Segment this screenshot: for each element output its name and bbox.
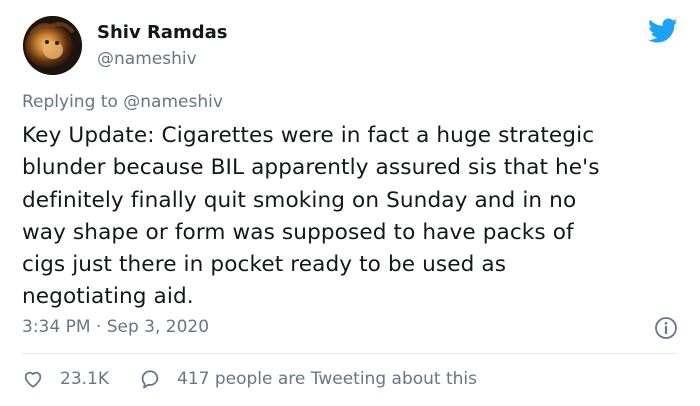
author-display-name[interactable]: Shiv Ramdas — [97, 22, 227, 44]
tweet-line: definitely finally quit smoking on Sunda… — [22, 187, 577, 213]
avatar-image — [23, 16, 82, 75]
tweet-line: cigs just there in pocket ready to be us… — [22, 252, 507, 278]
avatar[interactable] — [23, 16, 82, 75]
replying-prefix: Replying to — [22, 92, 118, 112]
tweet-timestamp[interactable]: 3:34 PM · Sep 3, 2020 — [22, 316, 209, 338]
tweeting-about-text: 417 people are Tweeting about this — [177, 369, 477, 389]
tweet-line: blunder because BIL apparently assured s… — [22, 155, 600, 181]
tweet-time: 3:34 PM — [22, 317, 91, 337]
info-icon[interactable] — [654, 316, 678, 340]
heart-icon — [24, 371, 42, 388]
tweet-text: Key Update: Cigarettes were in fact a hu… — [22, 120, 672, 314]
author-handle[interactable]: @nameshiv — [97, 49, 197, 69]
divider — [22, 353, 678, 354]
tweet-card: Shiv Ramdas @nameshiv Replying to @names… — [0, 0, 700, 406]
tweet-line: negotiating aid. — [22, 284, 194, 310]
replying-to: Replying to @nameshiv — [22, 91, 223, 113]
timestamp-separator: · — [95, 317, 102, 337]
twitter-bird-icon[interactable] — [648, 18, 678, 44]
like-button[interactable]: 23.1K — [22, 368, 139, 390]
comment-bubble-icon — [141, 370, 159, 389]
tweeting-about-link[interactable]: 417 people are Tweeting about this — [139, 368, 477, 390]
tweet-line: way shape or form was supposed to have p… — [22, 219, 574, 245]
like-count: 23.1K — [60, 369, 109, 389]
replying-mention[interactable]: @nameshiv — [123, 92, 223, 112]
tweet-actions: 23.1K 417 people are Tweeting about this — [22, 367, 477, 391]
tweet-line: Key Update: Cigarettes were in fact a hu… — [22, 123, 595, 148]
tweet-date: Sep 3, 2020 — [106, 317, 210, 337]
